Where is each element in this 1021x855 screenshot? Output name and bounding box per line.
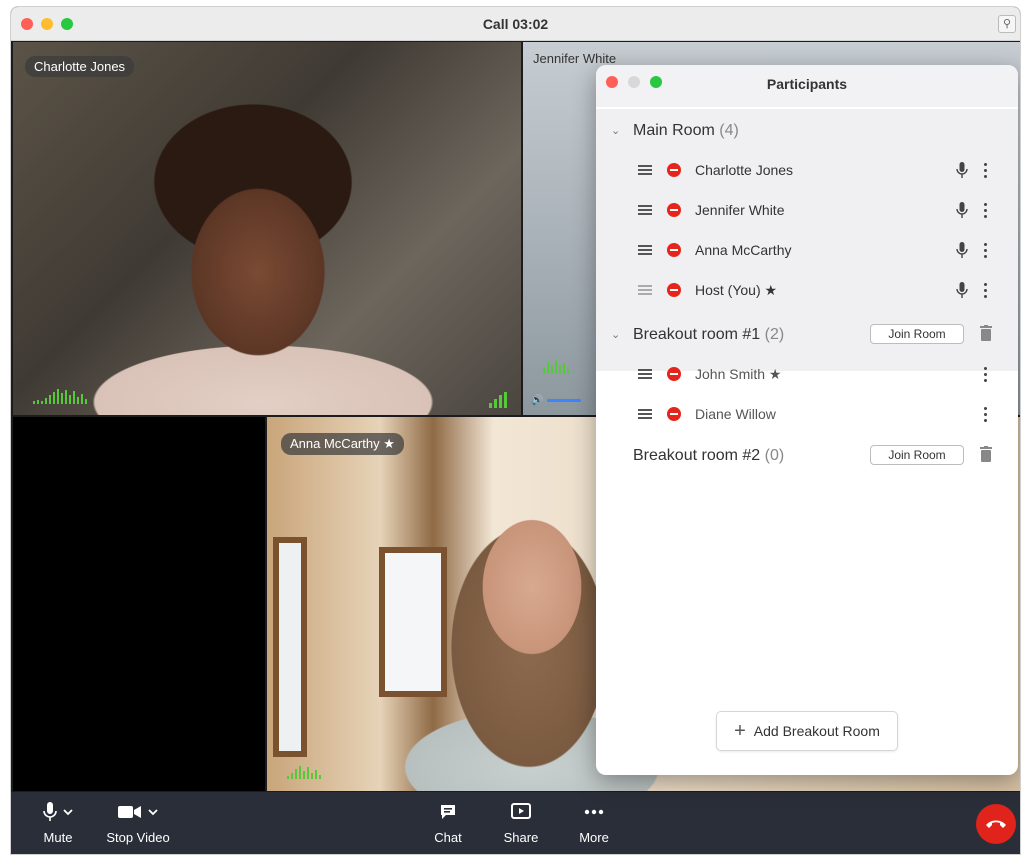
microphone-icon[interactable] bbox=[956, 242, 968, 258]
share-button[interactable]: Share bbox=[499, 798, 543, 845]
empty-video-tile bbox=[13, 417, 265, 791]
speaker-icon: 🔊 bbox=[531, 395, 544, 406]
share-screen-icon bbox=[511, 803, 531, 819]
more-label: More bbox=[579, 830, 609, 845]
drag-handle-icon[interactable] bbox=[638, 245, 652, 255]
more-options-icon[interactable] bbox=[982, 203, 988, 218]
call-window: Call 03:02 ⚲ Charlotte Jones Jennifer Wh… bbox=[10, 6, 1021, 855]
room-title: Breakout room #1 (2) bbox=[633, 326, 785, 343]
participants-panel: Participants ⌄ Main Room (4) Charlotte J… bbox=[596, 65, 1018, 775]
participant-name-tag: Anna McCarthy ★ bbox=[281, 433, 404, 455]
more-button[interactable]: More bbox=[574, 798, 614, 845]
volume-track bbox=[547, 399, 581, 402]
phone-hangup-icon bbox=[986, 820, 1006, 828]
participant-row[interactable]: John Smith ★ bbox=[596, 355, 1018, 395]
video-feed bbox=[13, 42, 521, 415]
remove-participant-icon[interactable] bbox=[667, 203, 681, 217]
stop-video-label: Stop Video bbox=[106, 830, 170, 845]
drag-handle-icon[interactable] bbox=[638, 409, 652, 419]
trash-icon[interactable] bbox=[980, 446, 992, 462]
chevron-down-icon[interactable]: ⌄ bbox=[611, 328, 620, 341]
participant-name: Anna McCarthy bbox=[695, 242, 792, 258]
remove-participant-icon[interactable] bbox=[667, 367, 681, 381]
participant-row[interactable]: Anna McCarthy bbox=[596, 231, 1018, 271]
chat-button[interactable]: Chat bbox=[429, 798, 467, 845]
panel-title: Participants bbox=[766, 76, 848, 92]
chevron-down-icon[interactable] bbox=[63, 808, 73, 816]
more-options-icon[interactable] bbox=[982, 243, 988, 258]
participant-row[interactable]: Charlotte Jones bbox=[596, 151, 1018, 191]
chat-label: Chat bbox=[434, 830, 462, 845]
more-options-icon[interactable] bbox=[982, 407, 988, 422]
participant-name: Diane Willow bbox=[695, 406, 776, 422]
background-window bbox=[379, 547, 447, 697]
microphone-icon[interactable] bbox=[956, 202, 968, 218]
drag-handle-icon[interactable] bbox=[638, 205, 652, 215]
more-options-icon[interactable] bbox=[982, 367, 988, 382]
microphone-icon[interactable] bbox=[956, 162, 968, 178]
participant-name: Charlotte Jones bbox=[695, 162, 794, 178]
participant-name: John Smith ★ bbox=[695, 366, 782, 382]
audio-level-indicator bbox=[287, 765, 321, 779]
stop-video-button[interactable]: Stop Video bbox=[99, 798, 177, 845]
join-room-button[interactable]: Join Room bbox=[870, 445, 964, 465]
chevron-down-icon[interactable]: ⌄ bbox=[611, 124, 620, 137]
audio-level-indicator bbox=[543, 358, 569, 374]
main-room-header[interactable]: ⌄ Main Room (4) bbox=[596, 111, 1018, 151]
room-title: Main Room (4) bbox=[633, 122, 739, 139]
remove-participant-icon[interactable] bbox=[667, 407, 681, 421]
pin-icon[interactable]: ⚲ bbox=[998, 15, 1016, 33]
participant-name: Jennifer White bbox=[695, 202, 785, 218]
drag-handle-icon[interactable] bbox=[638, 369, 652, 379]
window-title: Call 03:02 bbox=[482, 16, 549, 32]
signal-strength-icon bbox=[489, 392, 507, 408]
participant-row[interactable]: Diane Willow bbox=[596, 395, 1018, 435]
participant-row-host[interactable]: Host (You) ★ bbox=[596, 271, 1018, 311]
ellipsis-icon bbox=[584, 809, 604, 815]
end-call-button[interactable] bbox=[976, 804, 1016, 844]
share-label: Share bbox=[503, 830, 539, 845]
add-breakout-room-label: Add Breakout Room bbox=[753, 723, 880, 739]
title-bar: Call 03:02 ⚲ bbox=[11, 7, 1020, 41]
microphone-icon[interactable] bbox=[956, 282, 968, 298]
breakout-room-2-header[interactable]: Breakout room #2 (0) Join Room bbox=[596, 436, 1018, 476]
video-tile-charlotte[interactable]: Charlotte Jones bbox=[13, 42, 521, 415]
participant-name-tag: Charlotte Jones bbox=[25, 56, 135, 77]
more-options-icon[interactable] bbox=[982, 283, 988, 298]
join-room-button[interactable]: Join Room bbox=[870, 324, 964, 344]
audio-level-indicator bbox=[33, 388, 87, 404]
remove-participant-icon[interactable] bbox=[667, 163, 681, 177]
chat-bubble-icon bbox=[441, 805, 455, 819]
participant-row[interactable]: Jennifer White bbox=[596, 191, 1018, 231]
panel-header: Participants bbox=[596, 65, 1018, 107]
chevron-down-icon[interactable] bbox=[148, 808, 158, 816]
drag-handle-icon bbox=[638, 285, 652, 295]
room-title: Breakout room #2 (0) bbox=[633, 447, 785, 464]
remove-participant-icon[interactable] bbox=[667, 243, 681, 257]
call-toolbar: Mute Stop Video Chat Share More bbox=[11, 792, 1020, 854]
video-camera-icon bbox=[118, 806, 141, 818]
mute-button[interactable]: Mute bbox=[33, 798, 83, 845]
remove-participant-icon[interactable] bbox=[667, 283, 681, 297]
plus-icon: + bbox=[734, 720, 746, 742]
microphone-icon bbox=[43, 802, 57, 821]
breakout-room-1-header[interactable]: ⌄ Breakout room #1 (2) Join Room bbox=[596, 315, 1018, 355]
add-breakout-room-button[interactable]: + Add Breakout Room bbox=[716, 711, 898, 751]
background-window bbox=[273, 537, 307, 757]
trash-icon[interactable] bbox=[980, 325, 992, 341]
volume-slider[interactable]: 🔊 bbox=[531, 392, 581, 408]
mute-label: Mute bbox=[43, 830, 73, 845]
more-options-icon[interactable] bbox=[982, 163, 988, 178]
drag-handle-icon[interactable] bbox=[638, 165, 652, 175]
participant-name: Host (You) ★ bbox=[695, 282, 778, 298]
